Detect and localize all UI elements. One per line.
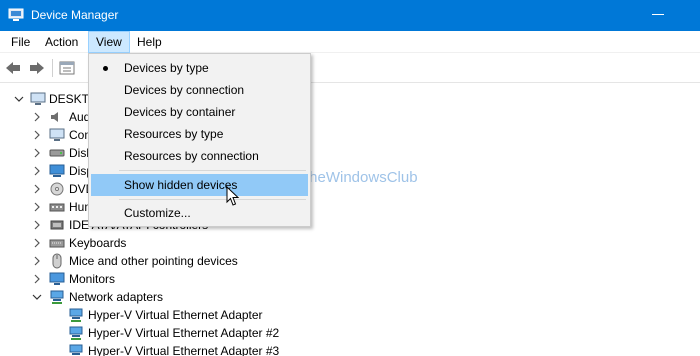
network-adapter-icon — [69, 308, 83, 322]
chevron-right-icon[interactable] — [32, 166, 42, 176]
keyboard-icon — [49, 239, 65, 248]
view-menu-item-label: Devices by connection — [124, 83, 245, 97]
mouse-cursor-icon — [226, 186, 240, 206]
selected-bullet-icon — [103, 66, 108, 71]
mouse-icon — [52, 253, 62, 269]
chevron-right-icon[interactable] — [32, 130, 42, 140]
view-menu-item-label: Devices by container — [124, 105, 236, 119]
tree-category-keyboards[interactable]: Keyboards — [0, 234, 700, 252]
minimize-button[interactable] — [652, 14, 664, 15]
view-menu-item-customize[interactable]: Customize... — [91, 202, 308, 224]
network-adapter-icon — [69, 326, 83, 340]
disk-drive-icon — [49, 149, 65, 157]
menu-separator — [119, 170, 306, 171]
menu-bar: File Action View Help — [0, 31, 700, 53]
view-menu-item-label: Resources by connection — [124, 149, 259, 163]
chevron-down-icon[interactable] — [14, 94, 24, 104]
ide-controller-icon — [50, 220, 64, 230]
dvd-drive-icon — [50, 182, 64, 196]
tree-device-item[interactable]: Hyper-V Virtual Ethernet Adapter #2 — [0, 324, 700, 342]
view-menu-item-devices-by-type[interactable]: Devices by type — [91, 57, 308, 79]
chevron-down-icon[interactable] — [32, 292, 42, 302]
forward-arrow-icon[interactable] — [28, 59, 46, 77]
title-bar: Device Manager — [0, 0, 700, 31]
tree-category-label: Network adapters — [69, 290, 164, 304]
view-menu-item-label: Show hidden devices — [124, 178, 238, 192]
toolbar-separator — [52, 59, 53, 77]
chevron-right-icon[interactable] — [32, 112, 42, 122]
view-menu-item-resources-by-connection[interactable]: Resources by connection — [91, 145, 308, 167]
network-adapter-icon — [69, 344, 83, 355]
chevron-right-icon[interactable] — [32, 184, 42, 194]
chevron-right-icon[interactable] — [32, 148, 42, 158]
view-menu-dropdown: Devices by type Devices by connection De… — [88, 53, 311, 227]
menu-action[interactable]: Action — [38, 31, 85, 53]
display-adapter-icon — [49, 164, 65, 177]
watermark-text: TheWindowsClub — [300, 169, 418, 186]
speaker-icon — [51, 112, 58, 122]
back-arrow-icon[interactable] — [4, 59, 22, 77]
view-menu-item-devices-by-container[interactable]: Devices by container — [91, 101, 308, 123]
chevron-right-icon[interactable] — [32, 220, 42, 230]
properties-icon[interactable] — [58, 59, 76, 77]
menu-view[interactable]: View — [88, 31, 130, 53]
window-title: Device Manager — [31, 8, 119, 22]
menu-file[interactable]: File — [4, 31, 37, 53]
view-menu-item-devices-by-connection[interactable]: Devices by connection — [91, 79, 308, 101]
computer-icon — [49, 128, 65, 141]
view-menu-item-show-hidden-devices[interactable]: Show hidden devices — [91, 174, 308, 196]
computer-icon — [30, 92, 46, 105]
chevron-right-icon[interactable] — [32, 274, 42, 284]
view-menu-item-label: Resources by type — [124, 127, 224, 141]
tree-category-label: Mice and other pointing devices — [69, 254, 238, 268]
view-menu-item-label: Customize... — [124, 206, 191, 220]
tree-device-item[interactable]: Hyper-V Virtual Ethernet Adapter #3 — [0, 342, 700, 356]
tree-category-network[interactable]: Network adapters — [0, 288, 700, 306]
menu-separator — [119, 199, 306, 200]
view-menu-item-resources-by-type[interactable]: Resources by type — [91, 123, 308, 145]
chevron-right-icon[interactable] — [32, 256, 42, 266]
tree-category-label: Keyboards — [69, 236, 127, 250]
tree-category-label: Monitors — [69, 272, 116, 286]
tree-device-label: Hyper-V Virtual Ethernet Adapter #3 — [88, 344, 280, 356]
tree-category-mice[interactable]: Mice and other pointing devices — [0, 252, 700, 270]
tree-device-item[interactable]: Hyper-V Virtual Ethernet Adapter — [0, 306, 700, 324]
device-manager-icon — [8, 8, 24, 21]
tree-category-monitors[interactable]: Monitors — [0, 270, 700, 288]
chevron-right-icon[interactable] — [32, 202, 42, 212]
tree-device-label: Hyper-V Virtual Ethernet Adapter #2 — [88, 326, 280, 340]
network-adapter-icon — [50, 290, 64, 304]
chevron-right-icon[interactable] — [32, 238, 42, 248]
menu-help[interactable]: Help — [130, 31, 169, 53]
human-interface-device-icon — [49, 203, 65, 212]
monitor-icon — [49, 272, 65, 285]
view-menu-item-label: Devices by type — [124, 61, 209, 75]
tree-device-label: Hyper-V Virtual Ethernet Adapter — [88, 308, 263, 322]
